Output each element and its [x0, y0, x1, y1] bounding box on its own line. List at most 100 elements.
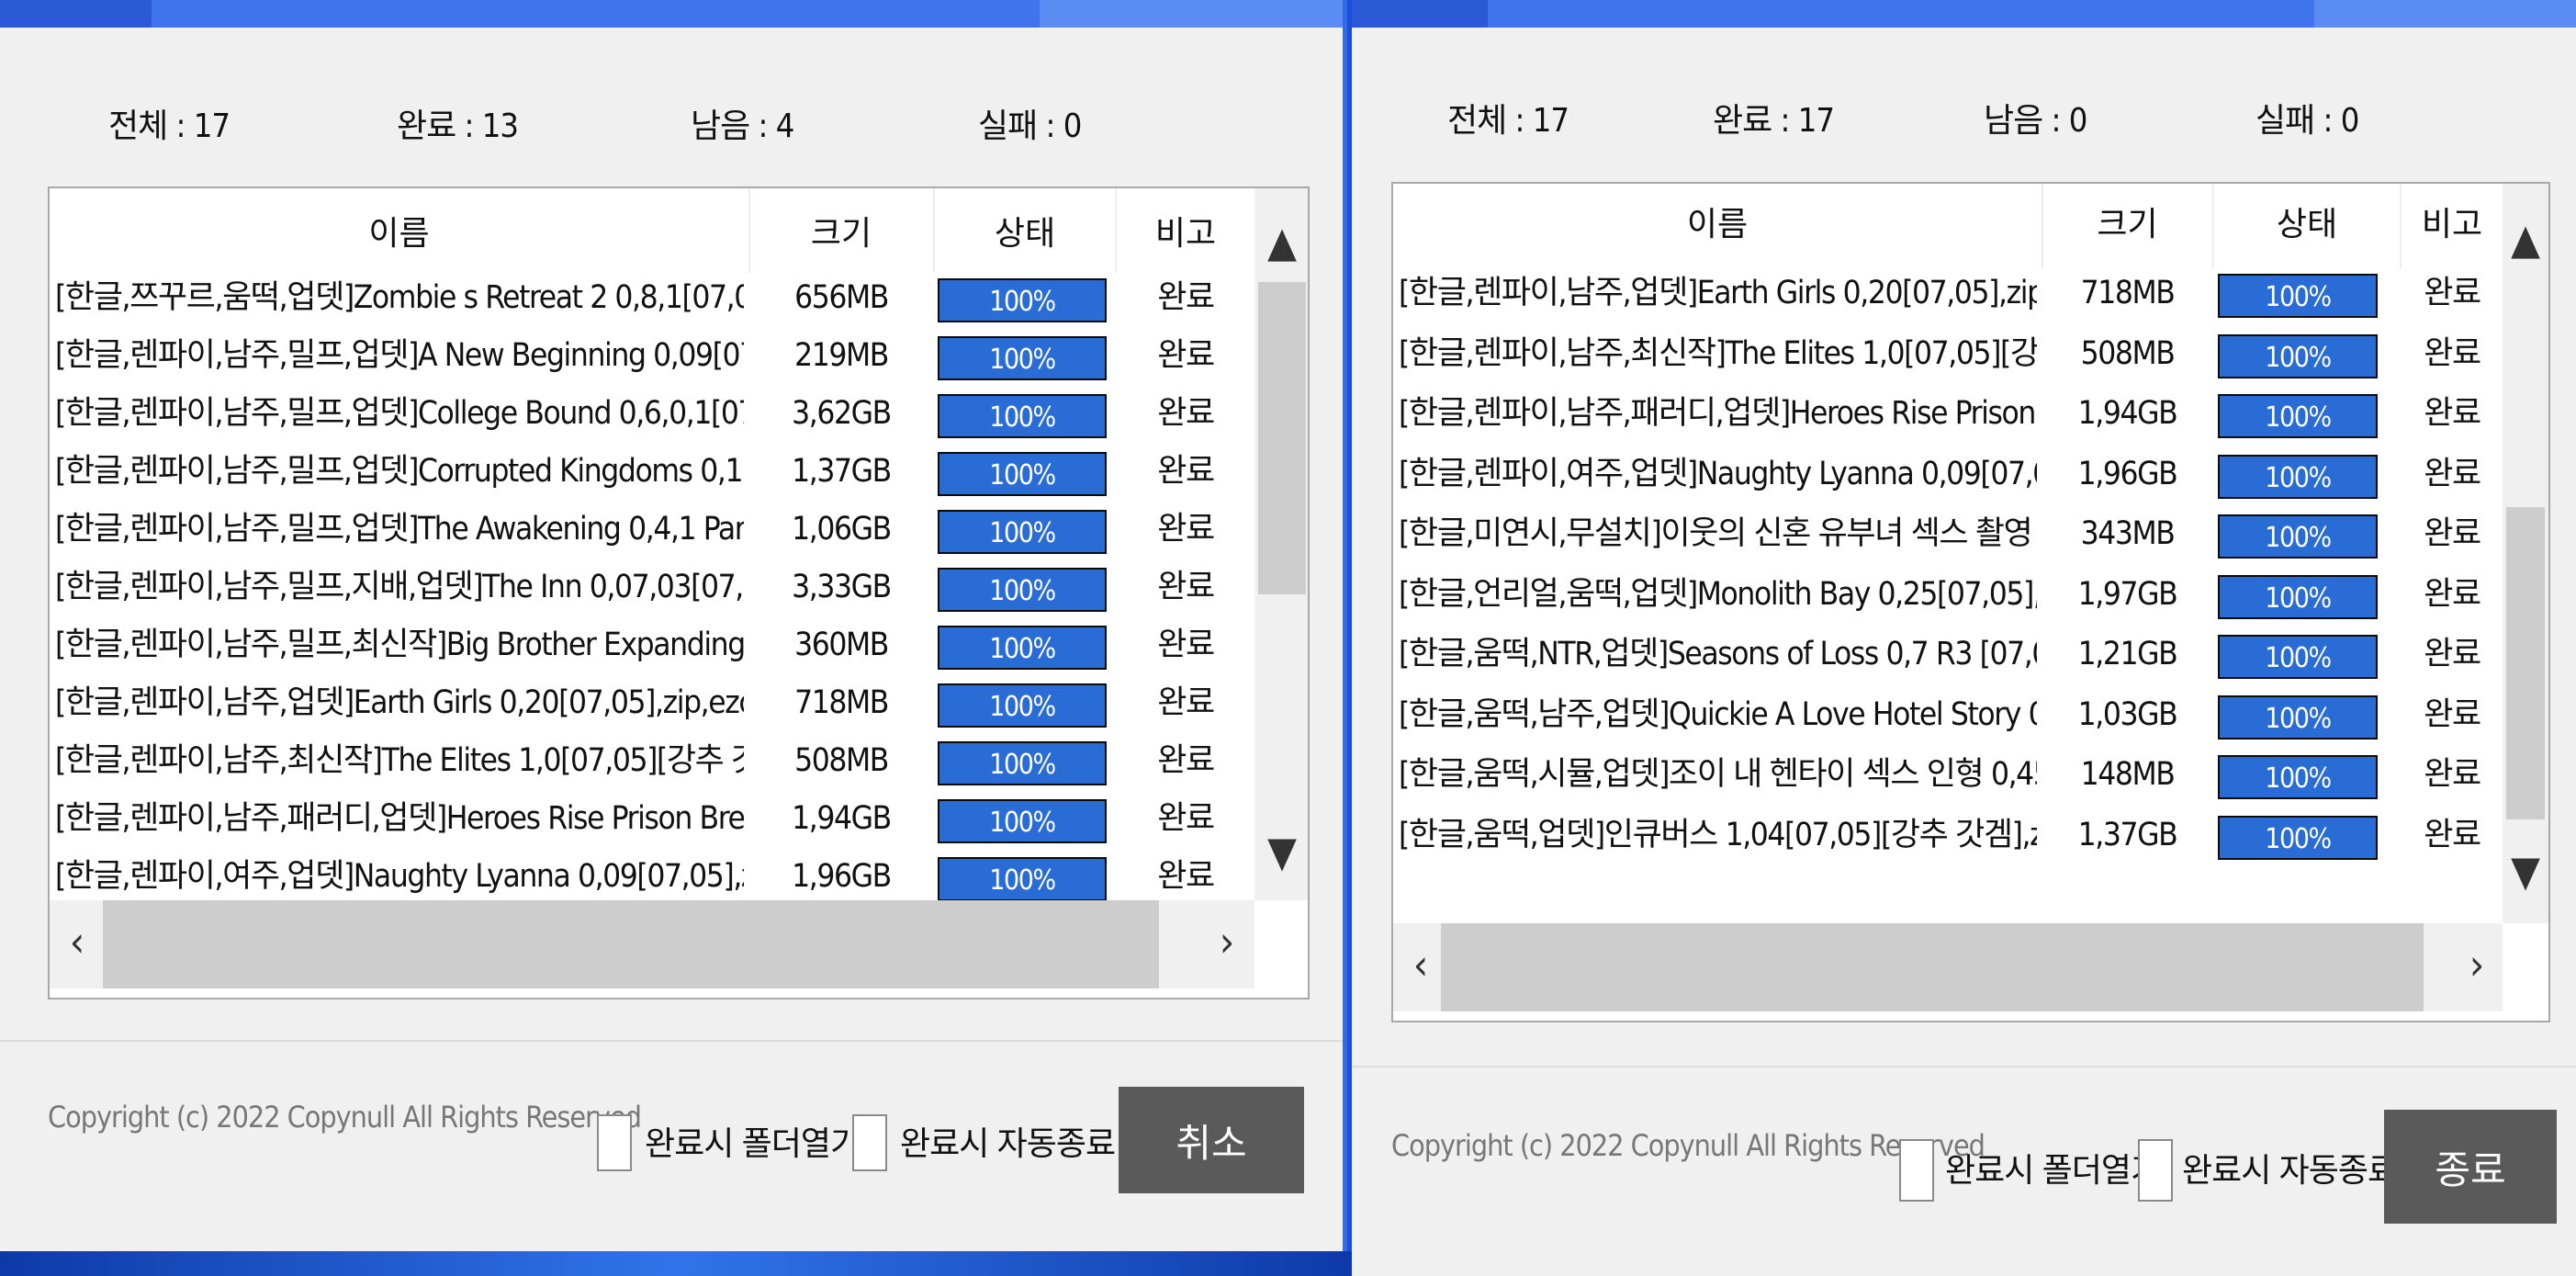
- column-header-name[interactable]: 이름: [1393, 198, 2042, 253]
- status-text: 완료: [2424, 636, 2481, 672]
- open-folder-label: 완료시 폴더열기: [645, 1125, 861, 1163]
- table-row[interactable]: [한글,렌파이,남주,밀프,업뎃]College Bound 0,6,0,1[0…: [50, 387, 1243, 440]
- file-name: [한글,움떡,NTR,업뎃]Seasons of Loss 0,7 R3 [07…: [1399, 636, 2037, 672]
- file-size: 3,33GB: [792, 569, 892, 605]
- open-folder-label: 완료시 폴더열기: [1945, 1152, 2161, 1190]
- table-row[interactable]: [한글,움떡,NTR,업뎃]Seasons of Loss 0,7 R3 [07…: [1393, 627, 2548, 681]
- file-size: 1,94GB: [2077, 395, 2178, 432]
- status-text: 완료: [2424, 275, 2481, 311]
- auto-close-checkbox[interactable]: [2138, 1139, 2173, 1202]
- auto-close-checkbox[interactable]: [852, 1114, 887, 1171]
- scroll-up-icon[interactable]: ▲: [1254, 214, 1308, 269]
- table-row[interactable]: [한글,렌파이,남주,업뎃]Earth Girls 0,20[07,05],zi…: [1393, 266, 2548, 320]
- table-row[interactable]: [한글,쯔꾸르,움떡,업뎃]Zombie s Retreat 2 0,8,1[0…: [50, 271, 1243, 324]
- file-name: [한글,움떡,남주,업뎃]Quickie A Love Hotel Story …: [1399, 695, 2037, 733]
- stat-total: 전체 : 17: [1447, 102, 1569, 140]
- status-text: 완료: [1157, 569, 1215, 605]
- progress-bar: 100%: [2218, 274, 2378, 318]
- table-row[interactable]: [한글,렌파이,남주,밀프,업뎃]Corrupted Kingdoms 0,15…: [50, 445, 1243, 498]
- auto-close-label: 완료시 자동종료: [900, 1125, 1116, 1163]
- progress-bar: 100%: [938, 799, 1107, 843]
- scroll-down-icon[interactable]: ▼: [2503, 843, 2548, 898]
- table-row[interactable]: [한글,렌파이,남주,패러디,업뎃]Heroes Rise Prison Bre…: [1393, 387, 2548, 440]
- table-row[interactable]: [한글,렌파이,남주,최신작]The Elites 1,0[07,05][강추 …: [1393, 327, 2548, 380]
- status-text: 완료: [2424, 395, 2481, 432]
- status-text: 완료: [1157, 395, 1215, 432]
- file-name: [한글,렌파이,남주,업뎃]Earth Girls 0,20[07,05],zi…: [55, 684, 744, 721]
- vertical-scroll-thumb[interactable]: [2506, 507, 2545, 819]
- progress-bar: 100%: [2218, 755, 2378, 799]
- file-size: 1,96GB: [792, 858, 892, 895]
- column-header-status[interactable]: 상태: [935, 207, 1115, 262]
- stat-remaining: 남음 : 0: [1984, 102, 2087, 140]
- progress-bar: 100%: [938, 626, 1107, 670]
- table-row[interactable]: [한글,렌파이,남주,밀프,업뎃]The Awakening 0,4,1 Par…: [50, 502, 1243, 556]
- table-row[interactable]: [한글,렌파이,여주,업뎃]Naughty Lyanna 0,09[07,05]…: [1393, 447, 2548, 501]
- file-name: [한글,쯔꾸르,움떡,업뎃]Zombie s Retreat 2 0,8,1[0…: [55, 279, 744, 316]
- file-name: [한글,언리얼,움떡,업뎃]Monolith Bay 0,25[07,05],z…: [1399, 575, 2037, 613]
- column-header-status[interactable]: 상태: [2214, 198, 2400, 253]
- progress-bar: 100%: [938, 741, 1107, 785]
- stat-failed: 실패 : 0: [978, 107, 1082, 145]
- scroll-left-icon[interactable]: ‹: [1393, 923, 1448, 1006]
- progress-bar: 100%: [2218, 694, 2378, 740]
- file-name: [한글,미연시,무설치]이웃의 신혼 유부녀 섹스 촬영 네토리 임x: [1399, 515, 2037, 552]
- file-name: [한글,렌파이,여주,업뎃]Naughty Lyanna 0,09[07,05]…: [1399, 455, 2037, 492]
- open-folder-checkbox[interactable]: [597, 1114, 632, 1171]
- horizontal-scroll-thumb[interactable]: [103, 900, 1159, 988]
- vertical-scroll-thumb[interactable]: [1258, 282, 1306, 594]
- cancel-button[interactable]: 취소: [1119, 1087, 1304, 1193]
- file-name: [한글,렌파이,남주,밀프,지배,업뎃]The Inn 0,07,03[07,0…: [55, 569, 744, 605]
- column-header-note[interactable]: 비고: [1117, 207, 1254, 262]
- file-size: 3,62GB: [792, 395, 892, 432]
- table-row[interactable]: [한글,렌파이,여주,업뎃]Naughty Lyanna 0,09[07,05]…: [50, 850, 1243, 903]
- vertical-scrollbar[interactable]: ▲ ▼: [1254, 188, 1308, 900]
- table-row[interactable]: [한글,움떡,시뮬,업뎃]조이 내 헨타이 섹스 인형 0,45[07,05],…: [1393, 748, 2548, 801]
- title-bar[interactable]: [0, 0, 1343, 28]
- open-folder-checkbox[interactable]: [1899, 1139, 1934, 1202]
- file-name: [한글,렌파이,남주,최신작]The Elites 1,0[07,05][강추 …: [1399, 334, 2037, 372]
- column-header-size[interactable]: 크기: [2042, 198, 2212, 253]
- status-text: 완료: [1157, 627, 1215, 663]
- horizontal-scrollbar[interactable]: ‹ ›: [1393, 923, 2503, 1011]
- scroll-up-icon[interactable]: ▲: [2503, 211, 2548, 266]
- file-size: 343MB: [2080, 515, 2176, 552]
- table-row[interactable]: [한글,렌파이,남주,최신작]The Elites 1,0[07,05][강추 …: [50, 734, 1243, 787]
- column-header-note[interactable]: 비고: [2402, 198, 2503, 253]
- table-row[interactable]: [한글,미연시,무설치]이웃의 신혼 유부녀 섹스 촬영 네토리 임x 343MB…: [1393, 507, 2548, 560]
- title-bar[interactable]: [1352, 0, 2576, 28]
- stat-total: 전체 : 17: [108, 107, 231, 145]
- column-header-size[interactable]: 크기: [749, 207, 933, 262]
- table-row[interactable]: [한글,렌파이,남주,패러디,업뎃]Heroes Rise Prison Bre…: [50, 792, 1243, 845]
- vertical-scrollbar[interactable]: ▲ ▼: [2503, 184, 2548, 923]
- exit-button[interactable]: 종료: [2384, 1110, 2557, 1224]
- progress-bar: 100%: [938, 568, 1107, 612]
- scroll-right-icon[interactable]: ›: [2449, 923, 2504, 1006]
- file-name: [한글,렌파이,남주,밀프,업뎃]College Bound 0,6,0,1[0…: [55, 395, 744, 432]
- status-text: 완료: [1157, 684, 1215, 721]
- file-size: 718MB: [794, 684, 889, 721]
- table-row[interactable]: [한글,언리얼,움떡,업뎃]Monolith Bay 0,25[07,05],z…: [1393, 568, 2548, 621]
- copyright-text: Copyright (c) 2022 Copynull All Rights R…: [48, 1100, 642, 1135]
- horizontal-scrollbar[interactable]: ‹ ›: [50, 900, 1254, 988]
- table-row[interactable]: [한글,렌파이,남주,밀프,최신작]Big Brother Expanding …: [50, 618, 1243, 672]
- file-list[interactable]: 이름 크기 상태 비고 [한글,쯔꾸르,움떡,업뎃]Zombie s Retre…: [48, 186, 1310, 999]
- table-row[interactable]: [한글,렌파이,남주,밀프,지배,업뎃]The Inn 0,07,03[07,0…: [50, 560, 1243, 614]
- scroll-down-icon[interactable]: ▼: [1254, 824, 1308, 879]
- scroll-right-icon[interactable]: ›: [1199, 900, 1254, 983]
- scroll-left-icon[interactable]: ‹: [50, 900, 105, 983]
- status-text: 완료: [2424, 334, 2481, 372]
- table-row[interactable]: [한글,움떡,업뎃]인큐버스 1,04[07,05][강추 갓겜],zip,ez…: [1393, 808, 2548, 862]
- status-text: 완료: [1157, 511, 1215, 548]
- horizontal-scroll-thumb[interactable]: [1441, 923, 2424, 1011]
- stat-failed: 실패 : 0: [2255, 102, 2359, 140]
- progress-bar: 100%: [2218, 333, 2378, 378]
- file-list[interactable]: 이름 크기 상태 비고 [한글,렌파이,남주,업뎃]Earth Girls 0,…: [1391, 182, 2550, 1022]
- table-row[interactable]: [한글,렌파이,남주,업뎃]Earth Girls 0,20[07,05],zi…: [50, 676, 1243, 729]
- file-size: 1,37GB: [792, 453, 892, 490]
- file-size: 1,21GB: [2077, 636, 2178, 672]
- table-row[interactable]: [한글,렌파이,남주,밀프,업뎃]A New Beginning 0,09[07…: [50, 329, 1243, 382]
- table-row[interactable]: [한글,움떡,남주,업뎃]Quickie A Love Hotel Story …: [1393, 688, 2548, 741]
- file-name: [한글,렌파이,남주,밀프,최신작]Big Brother Expanding …: [55, 627, 744, 663]
- column-header-name[interactable]: 이름: [50, 207, 748, 262]
